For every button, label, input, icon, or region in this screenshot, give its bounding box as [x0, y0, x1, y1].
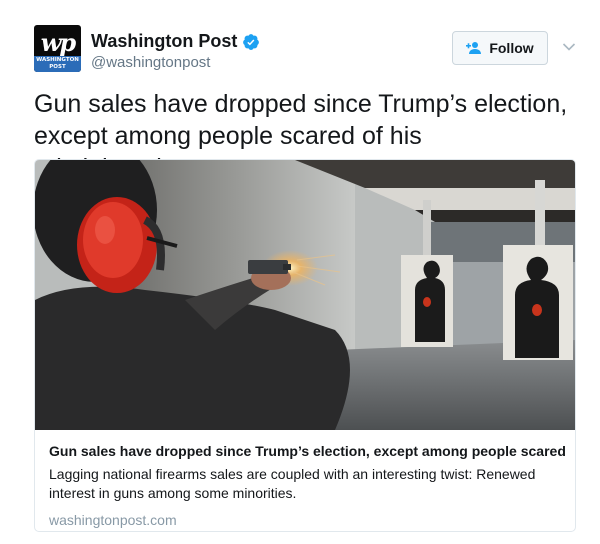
logo-band-line1: WASHINGTON	[36, 57, 79, 63]
account-name[interactable]: Washington Post	[91, 31, 237, 52]
card-title[interactable]: Gun sales have dropped since Trump’s ele…	[49, 441, 565, 461]
logo-band-line2: POST	[49, 64, 66, 70]
logo-band: WASHINGTON POST	[34, 56, 81, 72]
card-image	[35, 160, 575, 430]
card-body: Gun sales have dropped since Trump’s ele…	[49, 441, 565, 529]
account-handle[interactable]: @washingtonpost	[91, 54, 210, 71]
logo-monogram: wp	[40, 28, 76, 57]
chevron-down-icon[interactable]	[562, 42, 576, 52]
link-card[interactable]: Gun sales have dropped since Trump’s ele…	[34, 159, 576, 532]
follow-button-label: Follow	[489, 40, 534, 56]
tweet: wp WASHINGTON POST Washington Post @wash…	[0, 0, 600, 544]
follow-button[interactable]: Follow	[452, 31, 548, 65]
card-description: Lagging national firearms sales are coup…	[49, 466, 536, 501]
account-name-row: Washington Post	[91, 31, 260, 52]
add-user-icon	[466, 42, 482, 54]
card-domain[interactable]: washingtonpost.com	[49, 511, 565, 529]
verified-badge-icon	[243, 33, 260, 50]
account-avatar[interactable]: wp WASHINGTON POST	[34, 25, 81, 72]
